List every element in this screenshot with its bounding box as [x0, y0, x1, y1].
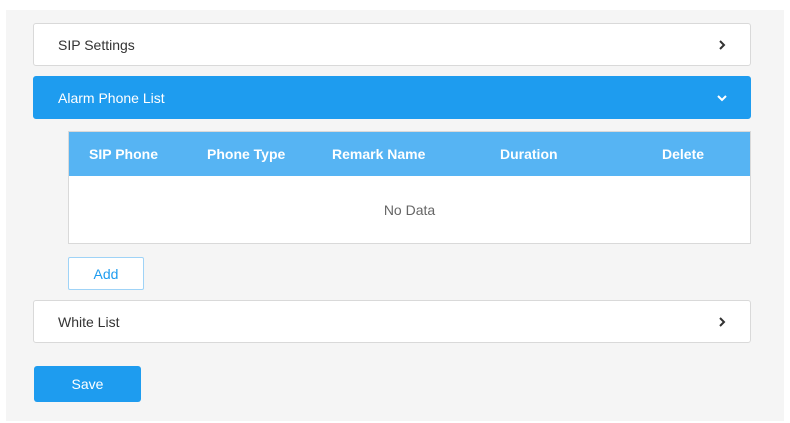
chevron-down-icon	[716, 92, 728, 104]
save-button[interactable]: Save	[34, 366, 141, 402]
chevron-right-icon	[716, 316, 728, 328]
accordion-alarm-phone-list[interactable]: Alarm Phone List	[33, 76, 751, 119]
add-button[interactable]: Add	[68, 257, 144, 290]
accordion-white-list[interactable]: White List	[33, 300, 751, 343]
accordion-label-alarm-phone-list: Alarm Phone List	[58, 89, 165, 106]
alarm-phone-table: SIP Phone Phone Type Remark Name Duratio…	[68, 131, 751, 244]
column-header-delete: Delete	[662, 146, 705, 162]
empty-state-text: No Data	[383, 201, 436, 218]
accordion-label-sip-settings: SIP Settings	[58, 36, 135, 53]
column-header-phone-type: Phone Type	[207, 146, 286, 162]
column-header-sip-phone: SIP Phone	[89, 146, 158, 162]
column-header-remark-name: Remark Name	[332, 146, 426, 162]
column-header-duration: Duration	[500, 146, 558, 162]
accordion-sip-settings[interactable]: SIP Settings	[33, 23, 751, 66]
table-header-row: SIP Phone Phone Type Remark Name Duratio…	[69, 132, 750, 176]
accordion-label-white-list: White List	[58, 313, 120, 330]
chevron-right-icon	[716, 39, 728, 51]
